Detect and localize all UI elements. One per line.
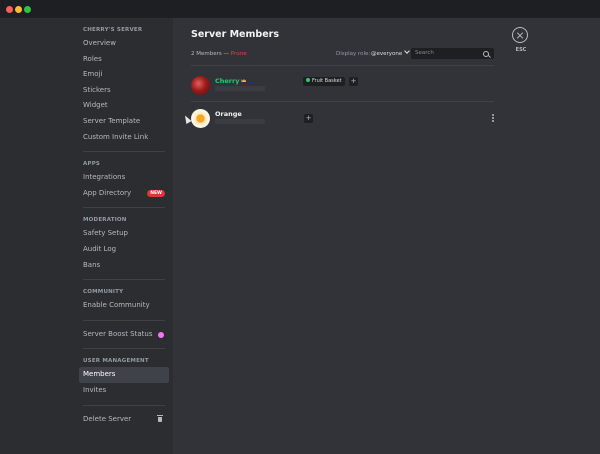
sidebar-item-bans[interactable]: Bans bbox=[79, 258, 169, 274]
avatar bbox=[191, 76, 210, 95]
esc-label: ESC bbox=[515, 47, 527, 53]
member-count: 2 Members — Prune bbox=[191, 51, 247, 57]
prune-link[interactable]: Prune bbox=[231, 51, 247, 57]
display-role-select[interactable]: @everyone bbox=[371, 48, 411, 59]
sidebar-item-custom-invite-link[interactable]: Custom Invite Link bbox=[79, 130, 169, 146]
search-placeholder: Search bbox=[415, 50, 434, 56]
chevron-down-icon bbox=[404, 48, 411, 54]
role-color-dot bbox=[306, 77, 310, 82]
divider bbox=[83, 279, 165, 281]
page-title: Server Members bbox=[191, 29, 279, 40]
add-role-button[interactable]: + bbox=[304, 114, 313, 123]
divider bbox=[83, 319, 165, 321]
community-heading: COMMUNITY bbox=[83, 289, 124, 296]
search-input[interactable]: Search bbox=[411, 48, 494, 59]
sidebar-item-integrations[interactable]: Integrations bbox=[79, 170, 169, 186]
apps-heading: APPS bbox=[83, 161, 101, 168]
sidebar-item-app-directory[interactable]: App Directory NEW bbox=[79, 186, 169, 202]
role-name: Fruit Basket bbox=[312, 78, 342, 84]
sidebar-item-overview[interactable]: Overview bbox=[79, 36, 169, 52]
sidebar-item-label: App Directory bbox=[83, 188, 132, 197]
boost-icon bbox=[158, 331, 164, 338]
close-settings-button[interactable] bbox=[512, 27, 528, 43]
member-row-orange[interactable]: Orange + bbox=[191, 107, 494, 135]
member-username-redacted bbox=[215, 119, 265, 124]
settings-sidebar: CHERRY'S SERVER Overview Roles Emoji Sti… bbox=[0, 18, 173, 454]
avatar bbox=[191, 109, 210, 128]
sidebar-item-roles[interactable]: Roles bbox=[79, 52, 169, 68]
member-name: Cherry bbox=[215, 77, 247, 85]
divider bbox=[83, 348, 165, 350]
add-role-button[interactable]: + bbox=[349, 77, 358, 86]
divider bbox=[191, 101, 494, 102]
new-badge: NEW bbox=[147, 189, 165, 197]
user-management-heading: USER MANAGEMENT bbox=[83, 358, 149, 365]
count-separator: — bbox=[221, 51, 231, 57]
sidebar-item-members[interactable]: Members bbox=[79, 367, 169, 383]
minimize-window-button[interactable] bbox=[15, 6, 22, 13]
divider bbox=[83, 404, 165, 406]
divider bbox=[83, 207, 165, 209]
sidebar-item-delete-server[interactable]: Delete Server bbox=[79, 412, 169, 428]
trash-icon bbox=[157, 414, 163, 422]
divider bbox=[191, 65, 494, 66]
sidebar-item-enable-community[interactable]: Enable Community bbox=[79, 298, 169, 314]
sidebar-item-widget[interactable]: Widget bbox=[79, 98, 169, 114]
sidebar-item-invites[interactable]: Invites bbox=[79, 383, 169, 399]
search-icon bbox=[483, 51, 489, 57]
title-bar bbox=[0, 0, 600, 18]
display-role-value: @everyone bbox=[371, 51, 403, 57]
sidebar-item-emoji[interactable]: Emoji bbox=[79, 67, 169, 83]
zoom-window-button[interactable] bbox=[24, 6, 31, 13]
member-name-text: Orange bbox=[215, 110, 242, 118]
member-count-text: 2 Members bbox=[191, 51, 222, 57]
crown-icon bbox=[241, 79, 247, 82]
sidebar-item-label: Server Boost Status bbox=[83, 329, 153, 338]
member-name-text: Cherry bbox=[215, 77, 240, 85]
sidebar-item-stickers[interactable]: Stickers bbox=[79, 83, 169, 99]
server-heading: CHERRY'S SERVER bbox=[83, 27, 143, 33]
sidebar-item-server-boost-status[interactable]: Server Boost Status bbox=[79, 327, 169, 343]
member-username-redacted bbox=[215, 86, 265, 91]
sidebar-item-safety-setup[interactable]: Safety Setup bbox=[79, 226, 169, 242]
sidebar-item-audit-log[interactable]: Audit Log bbox=[79, 242, 169, 258]
role-pill[interactable]: Fruit Basket bbox=[303, 77, 345, 86]
sidebar-item-server-template[interactable]: Server Template bbox=[79, 114, 169, 130]
member-row-cherry[interactable]: Cherry Fruit Basket + bbox=[191, 74, 494, 102]
moderation-heading: MODERATION bbox=[83, 217, 127, 224]
close-window-button[interactable] bbox=[6, 6, 13, 13]
members-panel: Server Members 2 Members — Prune Display… bbox=[173, 18, 600, 454]
sidebar-item-label: Delete Server bbox=[83, 414, 132, 423]
member-name: Orange bbox=[215, 110, 242, 118]
display-role-label: Display role: bbox=[336, 51, 371, 57]
more-options-icon[interactable] bbox=[492, 117, 494, 119]
divider bbox=[83, 151, 165, 153]
